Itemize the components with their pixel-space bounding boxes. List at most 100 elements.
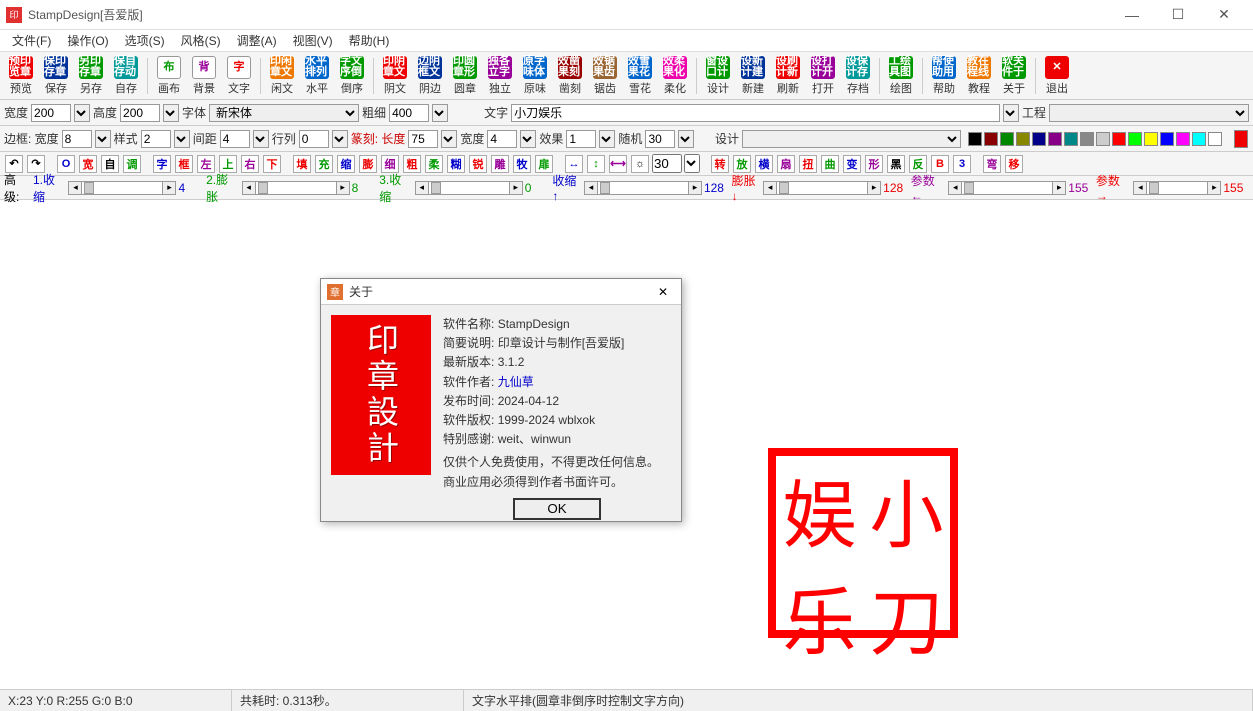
tool-btn[interactable]: 曲 xyxy=(821,155,839,173)
color-swatch[interactable] xyxy=(1128,132,1142,146)
toolbar-绘图[interactable]: 工绘具图绘图 xyxy=(884,55,918,97)
tool-btn[interactable]: 形 xyxy=(865,155,883,173)
toolbar-保存[interactable]: 保印存章保存 xyxy=(39,55,73,97)
color-swatch[interactable] xyxy=(1112,132,1126,146)
tool-btn[interactable]: 宽 xyxy=(79,155,97,173)
slider[interactable]: ◂▸ xyxy=(948,180,1066,196)
toolbar-另存[interactable]: 另印存章另存 xyxy=(74,55,108,97)
menu-item[interactable]: 操作(O) xyxy=(59,30,116,51)
tool-btn[interactable]: 调 xyxy=(123,155,141,173)
menu-item[interactable]: 帮助(H) xyxy=(341,30,398,51)
toolbar-雪花[interactable]: 效雪果花雪花 xyxy=(623,55,657,97)
carve-len-input[interactable] xyxy=(408,130,438,148)
tool-btn[interactable]: ⟷ xyxy=(609,155,627,173)
font-select[interactable]: 新宋体 xyxy=(209,104,359,122)
toolbar-打开[interactable]: 设打计开打开 xyxy=(806,55,840,97)
toolbar-圆章[interactable]: 印圆章形圆章 xyxy=(448,55,482,97)
text-dd[interactable] xyxy=(1003,104,1019,122)
tool-btn[interactable]: B xyxy=(931,155,949,173)
angle-input[interactable] xyxy=(652,154,682,173)
tool-btn[interactable]: 柔 xyxy=(425,155,443,173)
menu-item[interactable]: 文件(F) xyxy=(4,30,59,51)
toolbar-柔化[interactable]: 效柔果化柔化 xyxy=(658,55,692,97)
tool-btn[interactable]: 反 xyxy=(909,155,927,173)
maximize-button[interactable]: ☐ xyxy=(1155,0,1201,30)
toolbar-原味[interactable]: 原字味体原味 xyxy=(518,55,552,97)
menu-item[interactable]: 选项(S) xyxy=(117,30,173,51)
toolbar-文字[interactable]: 字文字 xyxy=(222,55,256,97)
text-input[interactable] xyxy=(511,104,1000,122)
slider[interactable]: ◂▸ xyxy=(763,180,881,196)
tool-btn[interactable]: 放 xyxy=(733,155,751,173)
tool-btn[interactable]: 填 xyxy=(293,155,311,173)
color-swatch[interactable] xyxy=(968,132,982,146)
toolbar-设计[interactable]: 窗设口计设计 xyxy=(701,55,735,97)
border-width-input[interactable] xyxy=(62,130,92,148)
color-swatch[interactable] xyxy=(1176,132,1190,146)
tool-btn[interactable]: 扇 xyxy=(777,155,795,173)
menu-item[interactable]: 调整(A) xyxy=(229,30,285,51)
tool-btn[interactable]: 下 xyxy=(263,155,281,173)
minimize-button[interactable]: — xyxy=(1109,0,1155,30)
bold-dd[interactable] xyxy=(432,104,448,122)
toolbar-阴边[interactable]: 边阴框文阴边 xyxy=(413,55,447,97)
color-swatch[interactable] xyxy=(1032,132,1046,146)
height-dd[interactable] xyxy=(163,104,179,122)
toolbar-独立[interactable]: 独各立字独立 xyxy=(483,55,517,97)
dialog-ok-button[interactable]: OK xyxy=(513,498,601,520)
tool-btn[interactable]: ☼ xyxy=(631,155,649,173)
rowcol-input[interactable] xyxy=(299,130,329,148)
random-input[interactable] xyxy=(645,130,675,148)
toolbar-阴文[interactable]: 印阴章文阴文 xyxy=(378,55,412,97)
border-style-input[interactable] xyxy=(141,130,171,148)
slider[interactable]: ◂▸ xyxy=(242,180,350,196)
slider[interactable]: ◂▸ xyxy=(584,180,702,196)
design-select[interactable] xyxy=(742,130,961,148)
width-dd[interactable] xyxy=(74,104,90,122)
color-swatch[interactable] xyxy=(1160,132,1174,146)
height-input[interactable] xyxy=(120,104,160,122)
tool-btn[interactable]: 扭 xyxy=(799,155,817,173)
color-swatch[interactable] xyxy=(1064,132,1078,146)
color-swatch[interactable] xyxy=(1016,132,1030,146)
toolbar-锯齿[interactable]: 效锯果齿锯齿 xyxy=(588,55,622,97)
color-swatch[interactable] xyxy=(1144,132,1158,146)
slider[interactable]: ◂▸ xyxy=(415,180,523,196)
color-swatch[interactable] xyxy=(1080,132,1094,146)
tool-btn[interactable]: 变 xyxy=(843,155,861,173)
carve-w-input[interactable] xyxy=(487,130,517,148)
toolbar-背景[interactable]: 背背景 xyxy=(187,55,221,97)
project-select[interactable] xyxy=(1049,104,1249,122)
tool-btn[interactable]: 横 xyxy=(755,155,773,173)
toolbar-帮助[interactable]: 帮使助用帮助 xyxy=(927,55,961,97)
toolbar-教程[interactable]: 教在程线教程 xyxy=(962,55,996,97)
color-swatch[interactable] xyxy=(984,132,998,146)
tool-btn[interactable]: ↔ xyxy=(565,155,583,173)
toolbar-自存[interactable]: 保自存动自存 xyxy=(109,55,143,97)
menu-item[interactable]: 风格(S) xyxy=(173,30,229,51)
current-color[interactable] xyxy=(1234,130,1248,148)
toolbar-画布[interactable]: 布画布 xyxy=(152,55,186,97)
tool-btn[interactable]: 自 xyxy=(101,155,119,173)
slider[interactable]: ◂▸ xyxy=(1133,180,1221,196)
tool-btn[interactable]: 锐 xyxy=(469,155,487,173)
tool-btn[interactable]: 充 xyxy=(315,155,333,173)
tool-btn[interactable]: 缩 xyxy=(337,155,355,173)
toolbar-关于[interactable]: 软关件于关于 xyxy=(997,55,1031,97)
tool-btn[interactable]: 膨 xyxy=(359,155,377,173)
tool-btn[interactable]: 右 xyxy=(241,155,259,173)
color-swatch[interactable] xyxy=(1000,132,1014,146)
color-swatch[interactable] xyxy=(1192,132,1206,146)
color-swatch[interactable] xyxy=(1096,132,1110,146)
menu-item[interactable]: 视图(V) xyxy=(285,30,341,51)
color-swatch[interactable] xyxy=(1208,132,1222,146)
toolbar-新建[interactable]: 设新计建新建 xyxy=(736,55,770,97)
gap-input[interactable] xyxy=(220,130,250,148)
width-input[interactable] xyxy=(31,104,71,122)
toolbar-凿刻[interactable]: 效凿果刻凿刻 xyxy=(553,55,587,97)
effect-input[interactable] xyxy=(566,130,596,148)
toolbar-水平[interactable]: 水平排列水平 xyxy=(300,55,334,97)
tool-btn[interactable]: 糊 xyxy=(447,155,465,173)
toolbar-闲文[interactable]: 印闲章文闲文 xyxy=(265,55,299,97)
tool-btn[interactable]: ↕ xyxy=(587,155,605,173)
